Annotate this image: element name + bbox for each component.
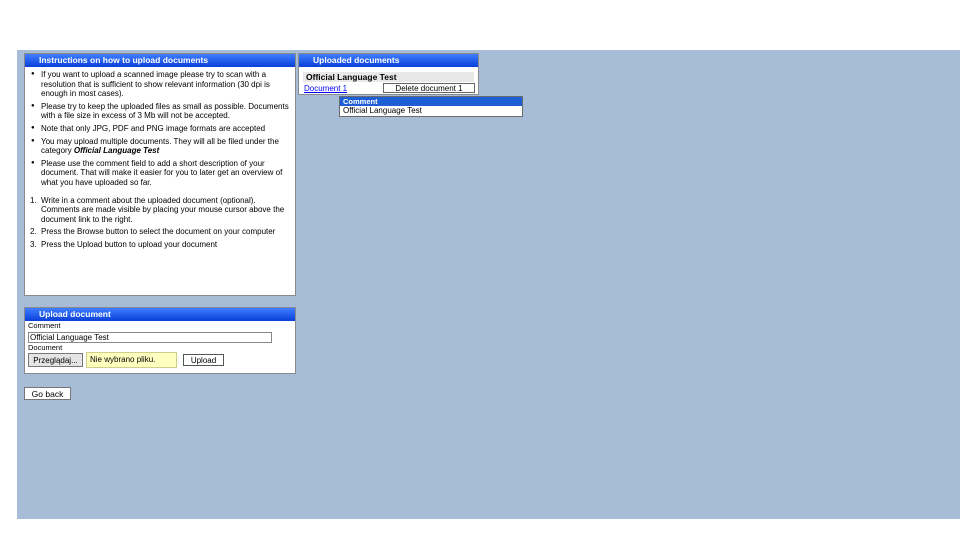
instruction-item: Please try to keep the uploaded files as… (31, 101, 295, 121)
uploaded-documents-panel: Uploaded documents Official Language Tes… (298, 53, 479, 95)
instruction-text: Please try to keep the uploaded files as… (41, 101, 289, 121)
step-number: 1. (30, 195, 37, 205)
upload-document-panel: Upload document Comment Document Przeglą… (24, 307, 296, 374)
step-item: 3. Press the Upload button to upload your… (30, 239, 295, 250)
upload-button[interactable]: Upload (183, 354, 224, 366)
tooltip-header: Comment (340, 97, 522, 106)
category-title: Official Language Test (303, 72, 474, 82)
document-row: Document 1 Delete document 1 (303, 83, 475, 95)
file-status-text: Nie wybrano pliku. (86, 352, 177, 368)
page-background: Instructions on how to upload documents … (17, 50, 960, 519)
uploaded-documents-title: Uploaded documents (299, 54, 478, 67)
document-label: Document (28, 343, 63, 352)
step-text: Press the Browse button to select the do… (41, 227, 276, 237)
comment-label: Comment (28, 321, 61, 330)
instructions-title: Instructions on how to upload documents (25, 54, 295, 67)
instruction-item: Please use the comment field to add a sh… (31, 158, 295, 188)
document-link[interactable]: Document 1 (304, 84, 347, 93)
instructions-panel: Instructions on how to upload documents … (24, 53, 296, 296)
browse-button[interactable]: Przeglądaj... (28, 353, 83, 367)
step-text: Write in a comment about the uploaded do… (41, 195, 285, 224)
delete-document-button[interactable]: Delete document 1 (383, 83, 475, 93)
step-item: 1. Write in a comment about the uploaded … (30, 195, 295, 225)
instruction-text: Please use the comment field to add a sh… (41, 158, 283, 187)
step-item: 2. Press the Browse button to select the … (30, 227, 295, 237)
upload-document-title: Upload document (25, 308, 295, 321)
instruction-item: If you want to upload a scanned image pl… (31, 70, 295, 99)
step-number: 3. (30, 239, 37, 249)
instruction-text: If you want to upload a scanned image pl… (41, 70, 270, 99)
tooltip-body: Official Language Test (343, 106, 422, 115)
category-name: Official Language Test (73, 146, 160, 156)
comment-tooltip: Comment Official Language Test (339, 96, 523, 117)
steps-list: 1. Write in a comment about the uploaded … (25, 196, 295, 250)
instruction-text: Note that only JPG, PDF and PNG image fo… (41, 123, 266, 133)
instruction-item: Note that only JPG, PDF and PNG image fo… (31, 123, 295, 134)
instructions-list: If you want to upload a scanned image pl… (25, 70, 295, 188)
comment-input[interactable] (28, 332, 272, 343)
step-number: 2. (30, 227, 37, 237)
step-text: Press the Upload button to upload your d… (41, 239, 218, 249)
go-back-button[interactable]: Go back (24, 387, 71, 400)
instruction-item: You may upload multiple documents. They … (31, 137, 295, 156)
